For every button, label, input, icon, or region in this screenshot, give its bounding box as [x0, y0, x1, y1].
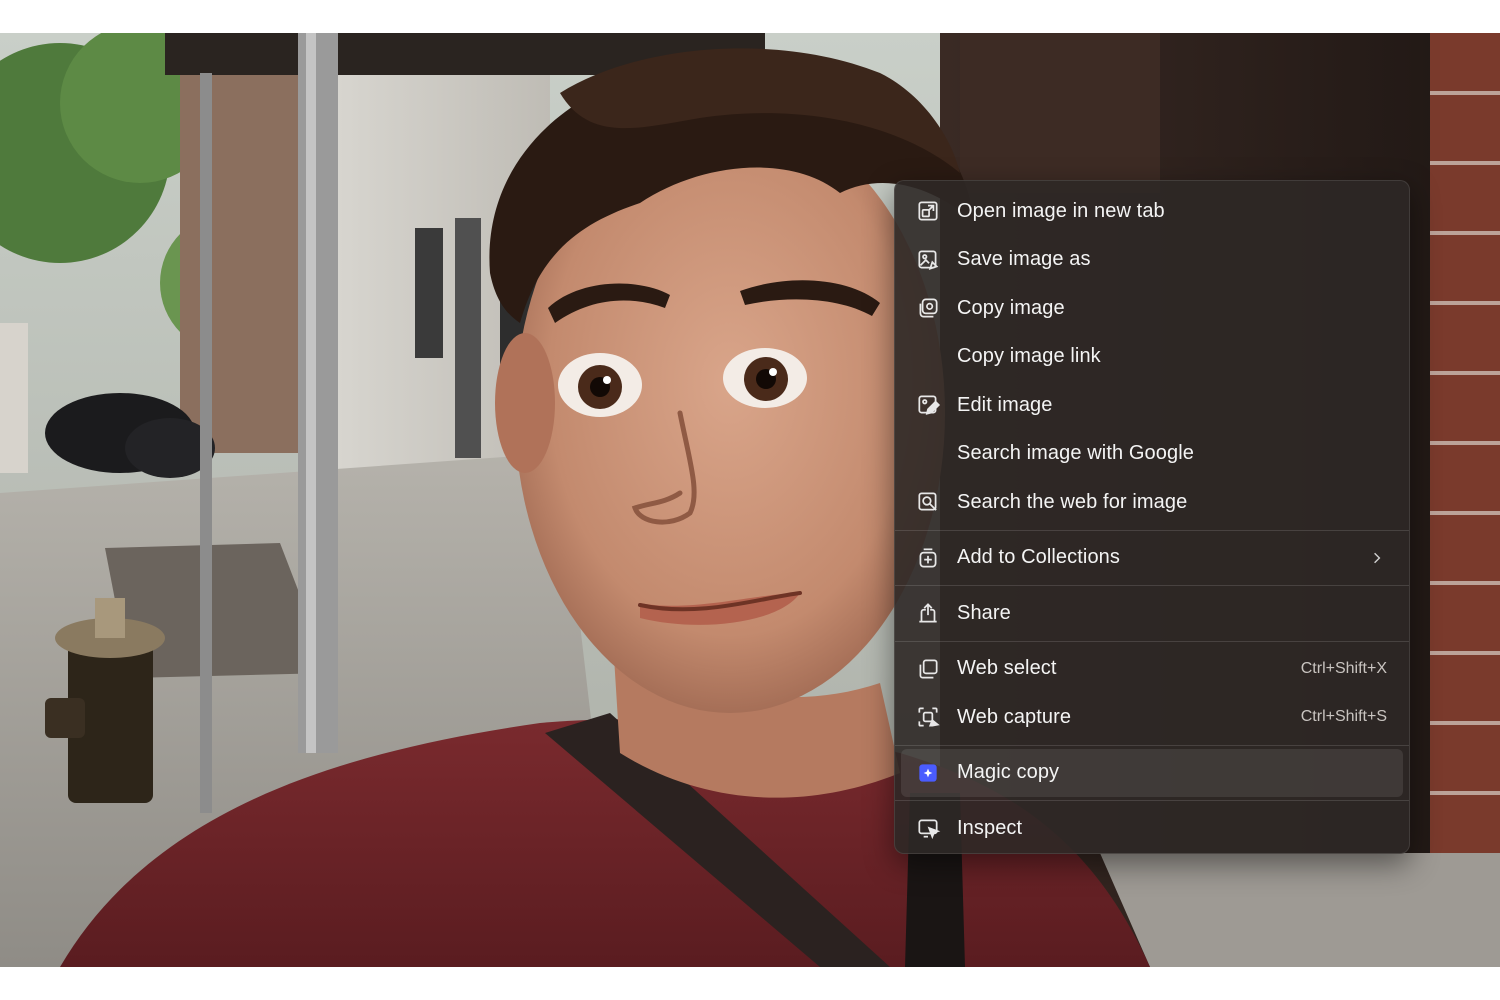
menu-separator [895, 585, 1409, 586]
chevron-right-icon [1367, 548, 1387, 568]
menu-item-label: Search image with Google [957, 442, 1194, 465]
menu-item-web-select[interactable]: Web select Ctrl+Shift+X [895, 645, 1409, 694]
blank-icon-slot [913, 439, 943, 469]
screenshot-frame: Open image in new tab Save image as Copy… [0, 33, 1500, 967]
menu-item-magic-copy[interactable]: Magic copy [901, 748, 1403, 797]
menu-item-save-image-as[interactable]: Save image as [895, 236, 1409, 285]
menu-item-web-capture[interactable]: Web capture Ctrl+Shift+S [895, 693, 1409, 742]
menu-item-label: Open image in new tab [957, 199, 1165, 222]
menu-item-label: Share [957, 601, 1011, 624]
image-context-menu: Open image in new tab Save image as Copy… [894, 180, 1410, 854]
menu-item-label: Magic copy [957, 761, 1060, 784]
keyboard-shortcut: Ctrl+Shift+S [1300, 708, 1387, 726]
menu-item-label: Web capture [957, 705, 1072, 728]
menu-item-label: Web select [957, 657, 1057, 680]
menu-item-label: Add to Collections [957, 546, 1121, 569]
blank-icon-slot [913, 342, 943, 372]
open-new-tab-icon [913, 196, 943, 226]
menu-item-copy-image-link[interactable]: Copy image link [895, 333, 1409, 382]
collections-icon [913, 543, 943, 573]
menu-item-open-image-new-tab[interactable]: Open image in new tab [895, 187, 1409, 236]
menu-separator [895, 640, 1409, 642]
menu-item-search-web-for-image[interactable]: Search the web for image [895, 478, 1409, 527]
menu-separator [895, 744, 1409, 746]
menu-item-share[interactable]: Share [895, 589, 1409, 638]
visual-search-icon [913, 487, 943, 517]
inspect-icon [913, 813, 943, 843]
menu-item-copy-image[interactable]: Copy image [895, 284, 1409, 333]
keyboard-shortcut: Ctrl+Shift+X [1300, 659, 1387, 677]
menu-separator [895, 529, 1409, 531]
copy-image-icon [913, 293, 943, 323]
magic-copy-icon [913, 758, 943, 788]
menu-item-inspect[interactable]: Inspect [895, 804, 1409, 853]
save-image-icon [913, 245, 943, 275]
menu-item-label: Copy image [957, 296, 1065, 319]
menu-item-label: Inspect [957, 816, 1023, 839]
share-icon [913, 598, 943, 628]
menu-item-label: Edit image [957, 393, 1053, 416]
menu-item-label: Copy image link [957, 345, 1101, 368]
menu-separator [895, 800, 1409, 801]
menu-item-label: Save image as [957, 248, 1091, 271]
web-select-icon [913, 654, 943, 684]
edit-image-icon [913, 390, 943, 420]
menu-item-label: Search the web for image [957, 490, 1188, 513]
menu-item-add-to-collections[interactable]: Add to Collections [895, 534, 1409, 583]
menu-item-search-image-google[interactable]: Search image with Google [895, 430, 1409, 479]
menu-item-edit-image[interactable]: Edit image [895, 381, 1409, 430]
web-capture-icon [913, 702, 943, 732]
